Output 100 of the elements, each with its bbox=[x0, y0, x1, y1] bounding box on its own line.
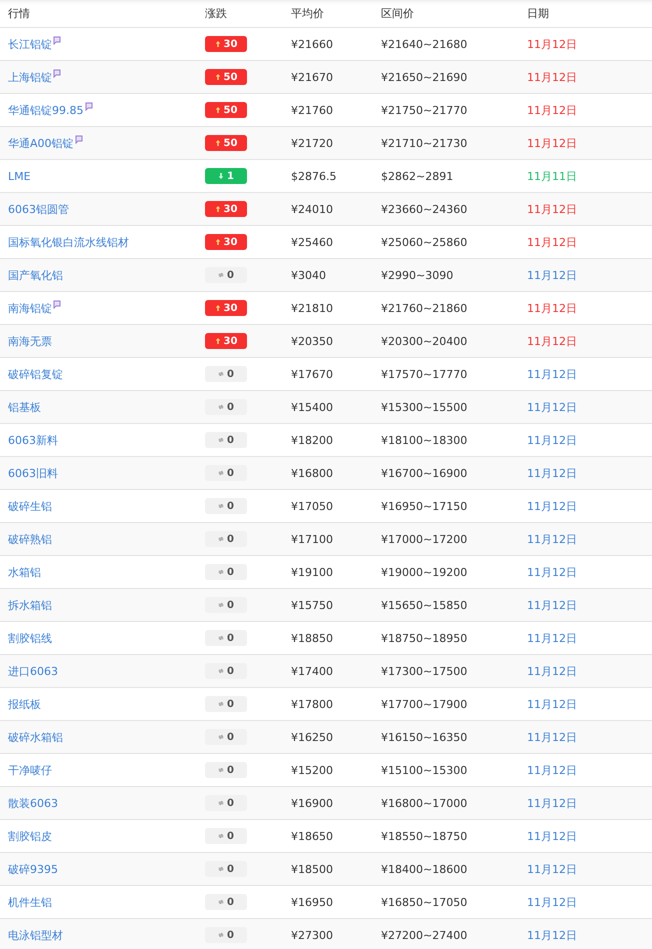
date-text: 11月12日 bbox=[527, 334, 577, 348]
commodity-link[interactable]: 破碎铝复锭 bbox=[8, 366, 63, 382]
change-value: 0 bbox=[227, 500, 234, 512]
price-range: ¥18400~18600 bbox=[381, 862, 468, 876]
change-value: 0 bbox=[227, 534, 234, 544]
average-price: ¥21810 bbox=[291, 302, 333, 314]
commodity-link[interactable]: 破碎生铝 bbox=[8, 498, 52, 514]
price-range: ¥17570~17770 bbox=[381, 368, 468, 380]
date-text: 11月12日 bbox=[527, 432, 577, 448]
price-range: ¥18750~18950 bbox=[381, 632, 468, 644]
date-text: 11月12日 bbox=[527, 730, 577, 744]
average-price: ¥18650 bbox=[291, 830, 333, 842]
date-text: 11月12日 bbox=[527, 466, 577, 480]
commodity-link[interactable]: 上海铝锭 bbox=[8, 70, 52, 84]
swap-arrows-icon bbox=[218, 898, 224, 906]
column-header: 涨跌 bbox=[205, 6, 227, 21]
up-arrow-icon bbox=[214, 40, 221, 48]
average-price: ¥18850 bbox=[291, 632, 333, 644]
price-range: ¥16150~16350 bbox=[381, 730, 468, 744]
average-price: $2876.5 bbox=[291, 170, 336, 182]
swap-arrows-icon bbox=[218, 568, 224, 576]
change-value: 30 bbox=[224, 236, 238, 248]
column-header: 平均价 bbox=[291, 6, 324, 21]
average-price: ¥15400 bbox=[291, 400, 333, 414]
commodity-link[interactable]: 国产氧化铝 bbox=[8, 268, 63, 282]
commodity-link[interactable]: 割胶铝线 bbox=[8, 630, 52, 646]
commodity-link[interactable]: 6063铝圆管 bbox=[8, 202, 69, 216]
commodity-link[interactable]: 割胶铝皮 bbox=[8, 828, 52, 844]
swap-arrows-icon bbox=[218, 502, 224, 510]
change-value: 30 bbox=[224, 38, 238, 50]
column-header: 区间价 bbox=[381, 6, 414, 21]
average-price: ¥17050 bbox=[291, 500, 333, 512]
date-text: 11月12日 bbox=[527, 400, 577, 414]
commodity-link[interactable]: 破碎水箱铝 bbox=[8, 730, 63, 744]
commodity-link[interactable]: 进口6063 bbox=[8, 664, 58, 678]
price-range: ¥15300~15500 bbox=[381, 400, 468, 414]
price-range: ¥25060~25860 bbox=[381, 236, 468, 248]
date-text: 11月12日 bbox=[527, 630, 577, 646]
average-price: ¥19100 bbox=[291, 566, 333, 578]
commodity-link[interactable]: 散装6063 bbox=[8, 796, 58, 810]
price-range: ¥23660~24360 bbox=[381, 202, 468, 216]
price-range: ¥18550~18750 bbox=[381, 830, 468, 842]
date-text: 11月12日 bbox=[527, 828, 577, 844]
swap-arrows-icon bbox=[218, 832, 224, 840]
average-price: ¥21720 bbox=[291, 136, 333, 150]
date-text: 11月12日 bbox=[527, 36, 577, 52]
commodity-link[interactable]: 铝基板 bbox=[8, 400, 41, 414]
change-value: 0 bbox=[227, 732, 234, 742]
change-value: 0 bbox=[227, 764, 234, 776]
change-value: 50 bbox=[224, 104, 238, 116]
up-arrow-icon bbox=[214, 238, 221, 246]
change-value: 50 bbox=[224, 72, 238, 82]
commodity-link[interactable]: 华通A00铝锭 bbox=[8, 136, 74, 150]
change-value: 30 bbox=[224, 204, 238, 214]
up-arrow-icon bbox=[214, 139, 221, 147]
swap-arrows-icon bbox=[218, 766, 224, 774]
commodity-link[interactable]: 南海铝锭 bbox=[8, 300, 52, 316]
change-value: 0 bbox=[227, 896, 234, 908]
average-price: ¥17400 bbox=[291, 664, 333, 678]
commodity-link[interactable]: 国标氧化银白流水线铝材 bbox=[8, 234, 129, 250]
commodity-link[interactable]: 机件生铝 bbox=[8, 894, 52, 910]
swap-arrows-icon bbox=[218, 370, 224, 378]
change-value: 0 bbox=[227, 830, 234, 842]
commodity-link[interactable]: 破碎9395 bbox=[8, 862, 58, 876]
change-value: 30 bbox=[224, 336, 238, 346]
commodity-link[interactable]: 破碎熟铝 bbox=[8, 532, 52, 546]
swap-arrows-icon bbox=[218, 865, 224, 873]
average-price: ¥18200 bbox=[291, 434, 333, 446]
commodity-link[interactable]: 长江铝锭 bbox=[8, 36, 52, 52]
commodity-link[interactable]: 南海无票 bbox=[8, 334, 52, 348]
commodity-link[interactable]: LME bbox=[8, 170, 31, 182]
price-range: ¥16850~17050 bbox=[381, 896, 468, 908]
price-range: ¥19000~19200 bbox=[381, 566, 468, 578]
date-text: 11月12日 bbox=[527, 498, 577, 514]
price-range: ¥21650~21690 bbox=[381, 70, 468, 84]
commodity-link[interactable]: 水箱铝 bbox=[8, 564, 41, 580]
change-value: 1 bbox=[227, 170, 234, 182]
commodity-link[interactable]: 6063新料 bbox=[8, 432, 58, 448]
swap-arrows-icon bbox=[218, 931, 224, 939]
commodity-link[interactable]: 华通铝锭99.85 bbox=[8, 102, 84, 118]
commodity-link[interactable]: 干净唛仔 bbox=[8, 762, 52, 778]
price-range: ¥16800~17000 bbox=[381, 796, 468, 810]
swap-arrows-icon bbox=[218, 799, 224, 807]
average-price: ¥17800 bbox=[291, 698, 333, 710]
date-text: 11月12日 bbox=[527, 202, 577, 216]
average-price: ¥16950 bbox=[291, 896, 333, 908]
date-text: 11月12日 bbox=[527, 894, 577, 910]
commodity-link[interactable]: 6063旧料 bbox=[8, 466, 58, 480]
commodity-link[interactable]: 电泳铝型材 bbox=[8, 928, 63, 942]
date-text: 11月12日 bbox=[527, 366, 577, 382]
up-arrow-icon bbox=[214, 106, 221, 114]
commodity-link[interactable]: 报纸板 bbox=[8, 696, 41, 712]
average-price: ¥15750 bbox=[291, 598, 333, 612]
date-text: 11月12日 bbox=[527, 696, 577, 712]
column-header: 行情 bbox=[8, 6, 30, 21]
price-range: ¥21640~21680 bbox=[381, 38, 468, 50]
average-price: ¥20350 bbox=[291, 334, 333, 348]
change-value: 0 bbox=[227, 468, 234, 478]
price-range: ¥16950~17150 bbox=[381, 500, 468, 512]
commodity-link[interactable]: 拆水箱铝 bbox=[8, 598, 52, 612]
